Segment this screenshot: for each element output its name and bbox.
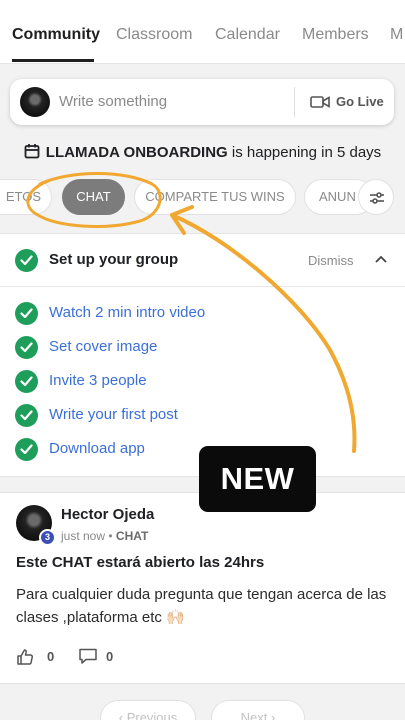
tab-community[interactable]: Community (12, 26, 100, 44)
dismiss-button[interactable]: Dismiss (308, 253, 354, 268)
composer-input[interactable]: Write something (59, 93, 167, 110)
chevron-up-icon[interactable] (374, 254, 388, 264)
previous-label: Previous (126, 710, 178, 720)
go-live-button[interactable]: Go Live (336, 94, 384, 109)
event-timing: is happening in 5 days (231, 144, 382, 161)
comment-icon[interactable] (78, 647, 98, 665)
tab-bar: Community Classroom Calendar Members M (0, 0, 405, 64)
category-chip[interactable]: COMPARTE TUS WINS (134, 179, 296, 215)
sliders-icon (370, 192, 384, 204)
category-chip[interactable]: ETOS (0, 179, 52, 215)
composer-divider (294, 87, 295, 117)
post-time: just now (61, 529, 106, 543)
upcoming-event-banner[interactable]: LLAMADA ONBOARDING is happening in 5 day… (0, 143, 405, 161)
post-category[interactable]: CHAT (116, 529, 148, 543)
post-title[interactable]: Este CHAT estará abierto las 24hrs (16, 554, 264, 571)
meta-separator: • (108, 529, 113, 543)
check-circle-icon (15, 302, 38, 325)
level-badge: 3 (39, 529, 56, 546)
divider (0, 286, 405, 287)
check-circle-icon (15, 404, 38, 427)
post-body: Para cualquier duda pregunta que tengan … (16, 586, 387, 626)
chevron-left-icon: ‹ (118, 710, 127, 720)
check-circle-icon (15, 370, 38, 393)
category-chip-selected[interactable]: CHAT (62, 179, 125, 215)
comment-count: 0 (106, 649, 114, 664)
task-download-app[interactable]: Download app (49, 440, 145, 457)
check-circle-icon (15, 249, 38, 272)
filter-settings-button[interactable] (358, 179, 394, 215)
previous-page-button[interactable]: ‹ Previous (100, 700, 196, 720)
thumbs-up-icon[interactable] (16, 648, 34, 666)
tab-classroom[interactable]: Classroom (116, 26, 192, 44)
tab-members[interactable]: Members (302, 26, 369, 44)
task-set-cover-image[interactable]: Set cover image (49, 338, 157, 355)
calendar-icon (24, 144, 40, 159)
post-card[interactable]: 3 Hector Ojeda just now • CHAT Este CHAT… (0, 492, 405, 684)
avatar (20, 87, 50, 117)
chevron-right-icon: › (267, 710, 276, 720)
task-watch-intro-video[interactable]: Watch 2 min intro video (49, 304, 205, 321)
post-meta: just now • CHAT (61, 529, 148, 543)
next-label: Next (240, 710, 268, 720)
event-name[interactable]: LLAMADA ONBOARDING (46, 144, 228, 161)
check-circle-icon (15, 336, 38, 359)
task-write-first-post[interactable]: Write your first post (49, 406, 178, 423)
check-circle-icon (15, 438, 38, 461)
video-camera-icon[interactable] (310, 94, 330, 110)
tab-more-partial[interactable]: M (390, 26, 403, 44)
new-badge: NEW (199, 446, 316, 512)
next-page-button[interactable]: Next › (211, 700, 305, 720)
task-invite-people[interactable]: Invite 3 people (49, 372, 147, 389)
post-author[interactable]: Hector Ojeda (61, 506, 154, 523)
post-composer[interactable]: Write something Go Live (10, 79, 394, 125)
category-filter-bar: ETOS CHAT COMPARTE TUS WINS ANUN (0, 176, 405, 218)
like-count: 0 (47, 649, 55, 664)
setup-title: Set up your group (49, 251, 179, 268)
setup-checklist-card: Set up your group Dismiss Watch 2 min in… (0, 233, 405, 477)
tab-calendar[interactable]: Calendar (215, 26, 280, 44)
active-tab-indicator (12, 59, 94, 62)
